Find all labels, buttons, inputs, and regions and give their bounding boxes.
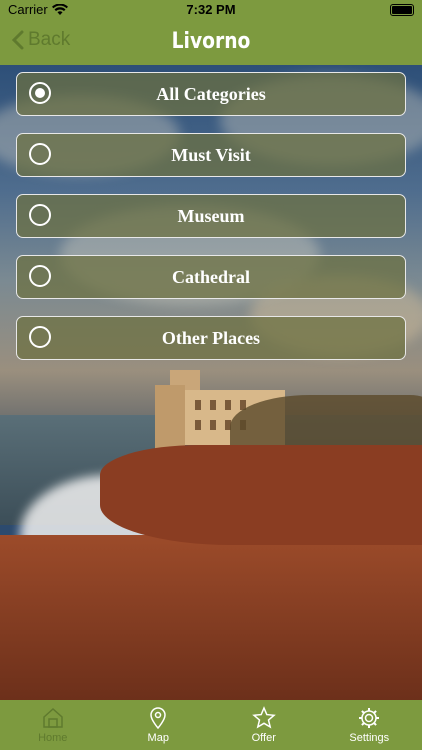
- category-label: All Categories: [156, 84, 266, 104]
- category-item-cathedral[interactable]: Cathedral: [16, 255, 406, 299]
- star-icon: [251, 706, 276, 729]
- gear-icon: [359, 708, 380, 728]
- tab-bar: Home Map Offer Settings: [0, 700, 422, 750]
- tab-settings[interactable]: Settings: [317, 700, 422, 750]
- home-icon: [43, 707, 63, 728]
- tab-label: Map: [147, 732, 169, 744]
- category-list: All Categories Must Visit Museum Cathedr…: [16, 72, 406, 377]
- tab-label: Settings: [349, 732, 390, 744]
- status-time: 7:32 PM: [186, 2, 236, 17]
- category-label: Museum: [177, 206, 245, 226]
- category-label: Must Visit: [171, 145, 251, 165]
- tab-offer[interactable]: Offer: [211, 700, 317, 750]
- chevron-left-icon: [12, 30, 24, 50]
- tab-map[interactable]: Map: [106, 700, 212, 750]
- category-label: Cathedral: [172, 267, 250, 287]
- category-label: Other Places: [161, 328, 261, 348]
- rocks: [0, 535, 422, 701]
- navigation-bar: Back Livorno: [0, 20, 422, 65]
- page-title: Livorno: [171, 29, 251, 54]
- tab-label: Home: [38, 732, 68, 744]
- category-item-must-visit[interactable]: Must Visit: [16, 133, 406, 177]
- battery-icon: [390, 4, 414, 16]
- category-item-other-places[interactable]: Other Places: [16, 316, 406, 360]
- map-pin-icon: [150, 707, 167, 730]
- category-item-all-categories[interactable]: All Categories: [16, 72, 406, 116]
- status-bar: Carrier 7:32 PM: [0, 0, 422, 20]
- category-item-museum[interactable]: Museum: [16, 194, 406, 238]
- tab-label: Offer: [251, 732, 276, 744]
- tab-home[interactable]: Home: [0, 700, 106, 750]
